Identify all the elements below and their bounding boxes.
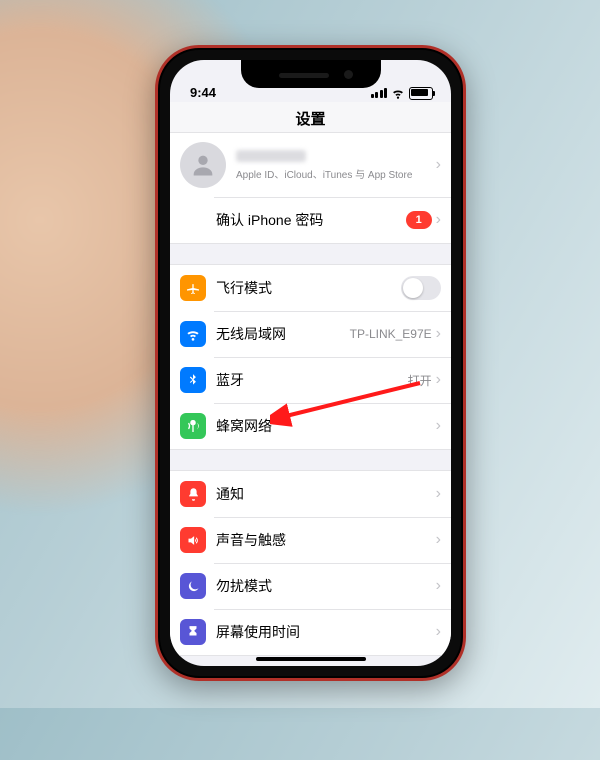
- chevron-right-icon: ›: [436, 532, 441, 548]
- chevron-right-icon: ›: [436, 418, 441, 434]
- bluetooth-icon: [180, 367, 206, 393]
- account-subtitle: Apple ID、iCloud、iTunes 与 App Store: [236, 166, 436, 181]
- settings-scroll[interactable]: Apple ID、iCloud、iTunes 与 App Store › 确认 …: [170, 132, 451, 666]
- cellular-signal-icon: [371, 88, 388, 98]
- row-value: TP-LINK_E97E: [350, 327, 432, 341]
- settings-group: 飞行模式无线局域网TP-LINK_E97E›蓝牙打开›蜂窝网络›: [170, 264, 451, 450]
- toggle-airplane[interactable]: [401, 276, 441, 300]
- row-label: 蜂窝网络: [216, 416, 436, 436]
- wifi-icon: [180, 321, 206, 347]
- row-bluetooth[interactable]: 蓝牙打开›: [170, 357, 451, 403]
- notification-badge: 1: [406, 211, 432, 229]
- chevron-right-icon: ›: [436, 372, 441, 388]
- hourglass-icon: [180, 619, 206, 645]
- antenna-icon: [180, 413, 206, 439]
- account-group: Apple ID、iCloud、iTunes 与 App Store › 确认 …: [170, 132, 451, 244]
- status-time: 9:44: [190, 85, 216, 100]
- chevron-right-icon: ›: [436, 578, 441, 594]
- row-label: 蓝牙: [216, 370, 408, 390]
- speaker-icon: [180, 527, 206, 553]
- avatar: [180, 142, 226, 188]
- moon-icon: [180, 573, 206, 599]
- row-label: 飞行模式: [216, 278, 401, 298]
- home-indicator[interactable]: [256, 657, 366, 661]
- row-airplane[interactable]: 飞行模式: [170, 265, 451, 311]
- row-notifications[interactable]: 通知›: [170, 471, 451, 517]
- row-value: 打开: [408, 372, 432, 389]
- account-name-redacted: [236, 150, 306, 162]
- row-label: 声音与触感: [216, 530, 436, 550]
- bell-icon: [180, 481, 206, 507]
- row-sounds[interactable]: 声音与触感›: [170, 517, 451, 563]
- row-label: 确认 iPhone 密码: [216, 210, 406, 230]
- row-cellular[interactable]: 蜂窝网络›: [170, 403, 451, 449]
- battery-icon: [409, 87, 433, 100]
- row-label: 屏幕使用时间: [216, 622, 436, 642]
- row-confirm-pwd[interactable]: 确认 iPhone 密码 1 ›: [170, 197, 451, 243]
- chevron-right-icon: ›: [436, 157, 441, 173]
- row-wifi[interactable]: 无线局域网TP-LINK_E97E ›: [170, 311, 451, 357]
- row-label: 通知: [216, 484, 436, 504]
- phone-frame: 9:44 设置 Apple ID、iCloud、iTun: [155, 45, 466, 681]
- row-dnd[interactable]: 勿扰模式›: [170, 563, 451, 609]
- chevron-right-icon: ›: [436, 486, 441, 502]
- row-screentime[interactable]: 屏幕使用时间›: [170, 609, 451, 655]
- status-right: [371, 86, 434, 100]
- wifi-icon: [391, 86, 405, 100]
- apple-id-row[interactable]: Apple ID、iCloud、iTunes 与 App Store ›: [170, 133, 451, 197]
- airplane-icon: [180, 275, 206, 301]
- phone-screen: 9:44 设置 Apple ID、iCloud、iTun: [170, 60, 451, 666]
- row-label: 勿扰模式: [216, 576, 436, 596]
- row-label: 无线局域网: [216, 324, 350, 344]
- chevron-right-icon: ›: [436, 212, 441, 228]
- chevron-right-icon: ›: [436, 326, 441, 342]
- chevron-right-icon: ›: [436, 624, 441, 640]
- settings-group: 通知›声音与触感›勿扰模式›屏幕使用时间›: [170, 470, 451, 656]
- notch: [241, 60, 381, 88]
